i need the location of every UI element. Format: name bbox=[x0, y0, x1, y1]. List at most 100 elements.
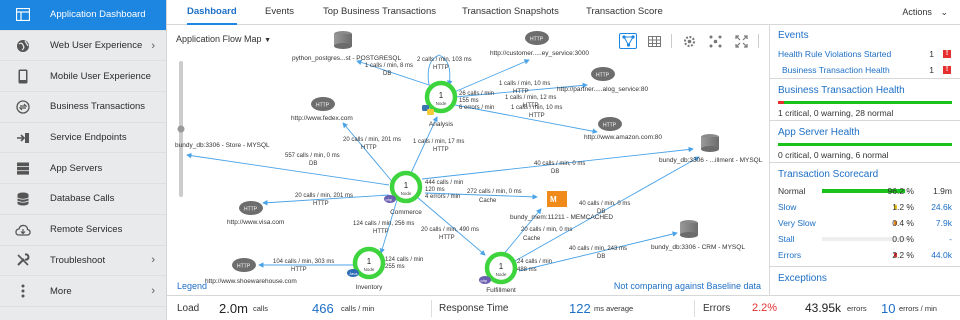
edge-label: 272 calls / min, 0 ms bbox=[467, 189, 522, 195]
backend-amazon[interactable]: HTTP http://www.amazon.com:80 bbox=[584, 117, 662, 141]
scorecard-row[interactable]: Errors 2.2 % 44.0k bbox=[770, 247, 960, 263]
scorecard-row: Normal 96.2 % 1.9m bbox=[770, 183, 960, 199]
event-row[interactable]: Business Transaction Health 1 ! bbox=[770, 62, 960, 78]
sidebar-item-web-user-experience[interactable]: Web User Experience › bbox=[0, 31, 166, 62]
errors-total-unit: errors bbox=[847, 304, 867, 313]
bt-health-critical-fill bbox=[778, 101, 784, 104]
sidebar-item-remote-services[interactable]: Remote Services bbox=[0, 215, 166, 246]
legend-link[interactable]: Legend bbox=[177, 281, 207, 291]
svg-text:php: php bbox=[386, 197, 393, 202]
sidebar-item-application-dashboard[interactable]: Application Dashboard bbox=[0, 0, 166, 31]
scorecard-value: 7.9k bbox=[935, 218, 952, 228]
tier-node-commerce[interactable]: 1 Node php Commerce bbox=[384, 170, 422, 216]
scorecard-pct: 1.2 % bbox=[892, 202, 914, 212]
memcached-icon: M bbox=[547, 191, 567, 207]
backend-customer-service[interactable]: HTTP http://customer.....ey_service:3000 bbox=[490, 31, 589, 57]
globe-icon bbox=[14, 38, 32, 54]
errors-rate[interactable]: 10 bbox=[881, 296, 895, 320]
backend-fedex[interactable]: HTTP http://www.fedex.com bbox=[291, 97, 353, 122]
edge-label: 24 calls / min bbox=[517, 259, 552, 265]
app-server-health-title[interactable]: App Server Health bbox=[770, 121, 960, 141]
backend-visa[interactable]: HTTP http://www.visa.com bbox=[227, 201, 284, 226]
edge-label: 444 calls / min bbox=[425, 180, 463, 186]
exceptions-title[interactable]: Exceptions bbox=[770, 267, 960, 287]
response-time-value[interactable]: 122 bbox=[569, 296, 591, 320]
edge-label: 6 errors / min bbox=[459, 105, 494, 111]
sidebar-item-service-endpoints[interactable]: Service Endpoints bbox=[0, 123, 166, 154]
alert-icon: ! bbox=[943, 66, 951, 74]
backend-fulfillment-mysql[interactable]: bundy_db:3306 - ...illment - MYSQL bbox=[659, 134, 763, 164]
edge-label: 26 calls / min bbox=[459, 91, 494, 97]
baseline-note[interactable]: Not comparing against Baseline data bbox=[614, 281, 761, 291]
node-count: 1 bbox=[439, 91, 444, 100]
edge-label: 20 calls / min, 490 ms bbox=[421, 227, 479, 233]
edge-label: 40 calls / min, 0 ms bbox=[534, 161, 585, 167]
database-icon bbox=[14, 191, 32, 207]
tab-top-business-transactions[interactable]: Top Business Transactions bbox=[323, 0, 436, 25]
tier-node-inventory[interactable]: 1 Node Java Inventory bbox=[347, 246, 386, 291]
edge-label: 1 calls / min, 8 ms bbox=[365, 63, 413, 69]
svg-text:HTTP: HTTP bbox=[244, 207, 258, 213]
bt-health-title[interactable]: Business Transaction Health bbox=[770, 79, 960, 99]
scorecard-row[interactable]: Slow 1.2 % 24.6k bbox=[770, 199, 960, 215]
errors-rate-unit: errors / min bbox=[899, 304, 937, 313]
node-count: 1 bbox=[367, 257, 372, 266]
tier-node-fulfillment[interactable]: 1 Node php Fulfillment bbox=[479, 251, 518, 294]
event-row[interactable]: Health Rule Violations Started 1 ! bbox=[770, 46, 960, 62]
edge-label: 20 calls / min, 201 ms bbox=[343, 137, 401, 143]
right-panel: Events Health Rule Violations Started 1 … bbox=[769, 25, 960, 320]
scorecard-value: - bbox=[949, 234, 952, 244]
svg-text:HTTP: HTTP bbox=[237, 264, 251, 270]
database-icon bbox=[701, 134, 719, 152]
http-cloud-icon: HTTP bbox=[239, 201, 263, 215]
node-unit: Node bbox=[364, 267, 375, 272]
edge-label: 124 calls / min bbox=[385, 257, 423, 263]
chevron-right-icon: › bbox=[151, 285, 155, 298]
tab-events[interactable]: Events bbox=[265, 0, 294, 25]
event-count: 1 bbox=[929, 49, 934, 59]
edge-label: HTTP bbox=[313, 201, 329, 207]
scorecard-row[interactable]: Very Slow 0.4 % 7.9k bbox=[770, 215, 960, 231]
edge-label: 1 calls / min, 10 ms bbox=[499, 81, 550, 87]
sidebar-item-mobile-user-experience[interactable]: Mobile User Experience bbox=[0, 61, 166, 93]
scorecard-value: 44.0k bbox=[931, 250, 952, 260]
edge-label: DB bbox=[551, 169, 559, 175]
sidebar-item-label: Service Endpoints bbox=[50, 132, 127, 144]
response-time-unit: ms average bbox=[594, 304, 634, 313]
node-unit: Node bbox=[436, 101, 447, 106]
alert-icon: ! bbox=[943, 50, 951, 58]
edge-label: HTTP bbox=[433, 65, 449, 71]
actions-menu[interactable]: Actions ⌄ bbox=[902, 0, 948, 24]
edge-label: DB bbox=[309, 161, 317, 167]
scorecard-label: Normal bbox=[778, 186, 806, 196]
sidebar-item-business-transactions[interactable]: Business Transactions bbox=[0, 92, 166, 123]
scorecard-title[interactable]: Transaction Scorecard bbox=[770, 163, 960, 183]
sidebar-item-database-calls[interactable]: Database Calls bbox=[0, 184, 166, 215]
sidebar-item-troubleshoot[interactable]: Troubleshoot › bbox=[0, 246, 166, 277]
tab-transaction-snapshots[interactable]: Transaction Snapshots bbox=[462, 0, 559, 25]
edge-label: Cache bbox=[479, 198, 497, 204]
bt-health-summary: 1 critical, 0 warning, 28 normal bbox=[778, 108, 894, 118]
edge-label: 104 calls / min, 303 ms bbox=[273, 259, 334, 265]
errors-label: Errors bbox=[703, 303, 731, 314]
svg-text:M: M bbox=[550, 195, 557, 204]
backend-postgres[interactable]: python_postgres...st - POSTGRESQL bbox=[292, 31, 401, 62]
sidebar-item-label: Mobile User Experience bbox=[50, 70, 151, 82]
edge-label: 40 calls / min, 0 ms bbox=[579, 201, 630, 207]
http-cloud-icon: HTTP bbox=[525, 31, 549, 45]
sidebar-item-app-servers[interactable]: App Servers bbox=[0, 153, 166, 185]
cloud-icon bbox=[14, 222, 32, 238]
backend-partner-catalog[interactable]: HTTP http://partner.....alog_service:80 bbox=[557, 67, 648, 93]
scorecard-row[interactable]: Stall 0.0 % - bbox=[770, 231, 960, 247]
transactions-icon bbox=[14, 99, 32, 115]
edge-label: 2 calls / min, 103 ms bbox=[417, 57, 472, 63]
node-count: 1 bbox=[499, 262, 504, 271]
zoom-slider[interactable] bbox=[177, 61, 185, 197]
tab-dashboard[interactable]: Dashboard bbox=[187, 0, 237, 25]
sidebar-item-more[interactable]: More › bbox=[0, 276, 166, 307]
tab-transaction-score[interactable]: Transaction Score bbox=[586, 0, 663, 25]
tier-node-analysis[interactable]: 1 Node Analysis bbox=[422, 80, 458, 128]
backend-store-mysql[interactable]: bundy_db:3306 - Store - MYSQL bbox=[175, 142, 270, 149]
load-rate[interactable]: 466 bbox=[312, 296, 334, 320]
chevron-right-icon: › bbox=[151, 254, 155, 267]
